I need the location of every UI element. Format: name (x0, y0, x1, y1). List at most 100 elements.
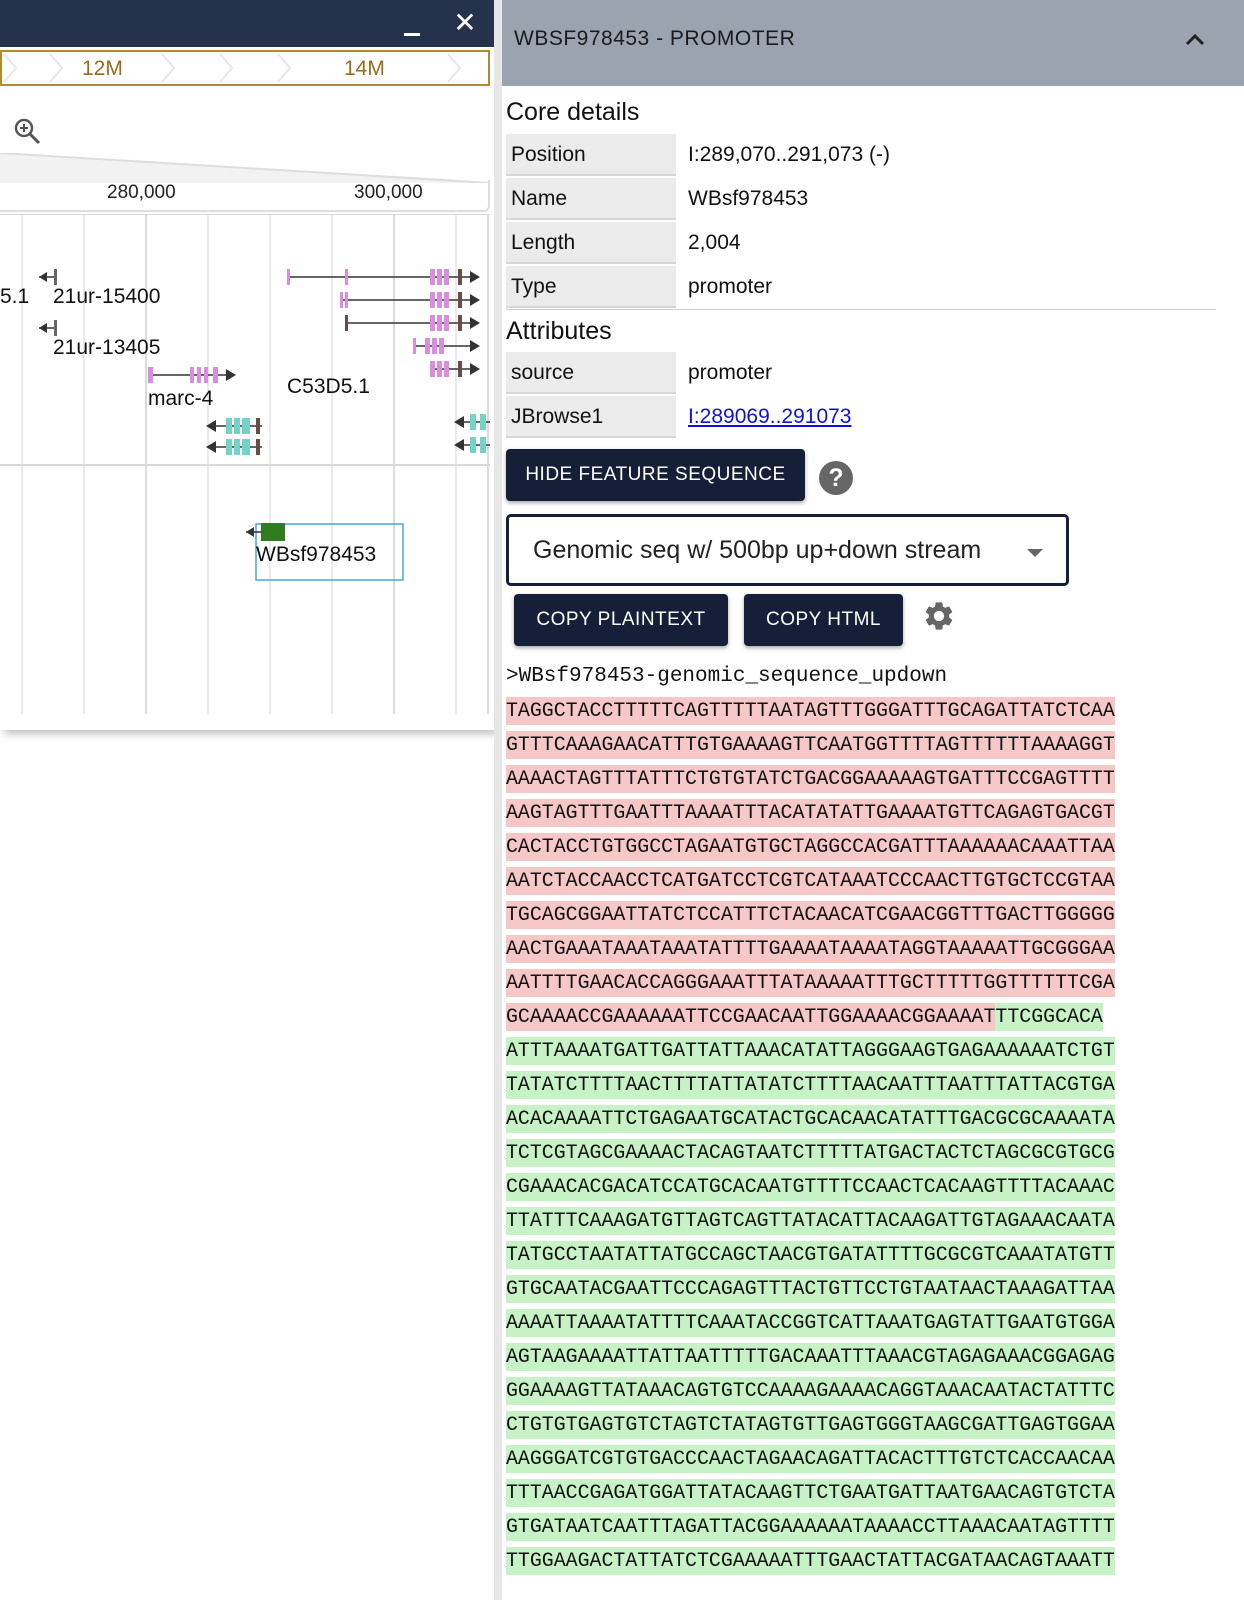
core-row-type: Type promoter (506, 266, 1216, 310)
gene-glyph-marc-4[interactable] (148, 367, 236, 383)
sequence-line: TTGGAAGACTATTATCTCGAAAAATTTGAACTATTACGAT… (506, 1544, 1212, 1578)
feature-sequence: CTGTGTGAGTGTCTAGTCTATAGTGTTGAGTGGGTAAGCG… (506, 1411, 1115, 1439)
feature-sequence: TTATTTCAAAGATGTTAGTCAGTTATACATTACAAGATTG… (506, 1207, 1115, 1235)
help-icon[interactable]: ? (819, 461, 853, 495)
feature-sequence: GGAAAAGTTATAAACAGTGTCCAAAAGAAAACAGGTAAAC… (506, 1377, 1115, 1405)
upstream-sequence: GTTTCAAAGAACATTTGTGAAAAGTTCAATGGTTTTAGTT… (506, 731, 1115, 759)
sequence-line: GCAAAACCGAAAAAATTCCGAACAATTGGAAAACGGAAAA… (506, 1000, 1212, 1034)
zoom-region-wedge (0, 153, 490, 183)
sequence-line: ATTTAAAATGATTGATTATTAAACATATTAGGGAAGTGAG… (506, 1034, 1212, 1068)
sequence-line: GTGATAATCAATTTAGATTACGGAAAAAATAAAACCTTAA… (506, 1510, 1212, 1544)
feature-sequence: AAGGGATCGTGTGACCCAACTAGAACAGATTACACTTTGT… (506, 1445, 1115, 1473)
panel-header: WBSF978453 - PROMOTER (502, 0, 1244, 86)
sequence-line: TCTCGTAGCGAAAACTACAGTAATCTTTTTATGACTACTC… (506, 1136, 1212, 1170)
gene-glyph-cyan-2[interactable] (206, 439, 262, 455)
sequence-line: AACTGAAATAAATAAATATTTTGAAAATAAAATAGGTAAA… (506, 932, 1212, 966)
gene-glyph-cyan-4[interactable] (454, 437, 490, 453)
sequence-line: AATCTACCAACCTCATGATCCTCGTCATAAATCCCAACTT… (506, 864, 1212, 898)
prop-key: JBrowse1 (506, 396, 676, 438)
ruler-label-300000: 300,000 (354, 182, 423, 203)
feature-label-marc-4: marc-4 (148, 387, 214, 410)
prop-value-link-container: I:289069..291073 (688, 396, 852, 438)
prop-value: I:289,070..291,073 (-) (688, 143, 890, 166)
overview-chevron (277, 53, 292, 83)
prop-value: 2,004 (688, 231, 741, 254)
sequence-line: TATATCTTTTAACTTTTATTATATCTTTTAACAATTTAAT… (506, 1068, 1212, 1102)
gene-glyph-21ur-13405[interactable] (39, 320, 57, 336)
gene-glyph-c53d5-1[interactable] (287, 269, 480, 377)
hide-feature-sequence-button[interactable]: HIDE FEATURE SEQUENCE (506, 449, 805, 501)
overview-chevron (49, 53, 64, 83)
upstream-sequence: AATCTACCAACCTCATGATCCTCGTCATAAATCCCAACTT… (506, 867, 1115, 895)
feature-sequence: AGTAAGAAAATTATTAATTTTTGACAAATTTAAACGTAGA… (506, 1343, 1115, 1371)
overview-label-12m: 12M (82, 57, 123, 80)
gene-glyph-21ur-15400[interactable] (39, 269, 57, 285)
sequence-output[interactable]: >WBsf978453-genomic_sequence_updown TAGG… (506, 660, 1212, 1578)
upstream-sequence: AAGTAGTTTGAATTTAAAATTTACATATATTGAAAATGTT… (506, 799, 1115, 827)
sequence-line: CGAAACACGACATCCATGCACAATGTTTTCCAACTCACAA… (506, 1170, 1212, 1204)
sequence-lines: TAGGCTACCTTTTTCAGTTTTTAATAGTTTGGGATTTGCA… (506, 694, 1212, 1578)
ruler-label-280000: 280,000 (107, 182, 176, 203)
sequence-type-select[interactable]: Genomic seq w/ 500bp up+down stream (506, 514, 1069, 586)
close-icon[interactable]: ✕ (452, 8, 478, 38)
sequence-line: AAGTAGTTTGAATTTAAAATTTACATATATTGAAAATGTT… (506, 796, 1212, 830)
prop-value: promoter (688, 361, 773, 384)
sequence-line: TTATTTCAAAGATGTTAGTCAGTTATACATTACAAGATTG… (506, 1204, 1212, 1238)
sequence-line: GTTTCAAAGAACATTTGTGAAAAGTTCAATGGTTTTAGTT… (506, 728, 1212, 762)
gene-glyph-cyan-1[interactable] (206, 418, 262, 434)
sequence-line: GTGCAATACGAATTCCCAGAGTTTACTGTTCCTGTAATAA… (506, 1272, 1212, 1306)
upstream-sequence: AATTTTGAACACCAGGGAAATTTATAAAAATTTGCTTTTT… (506, 969, 1115, 997)
feature-sequence: TTTAACCGAGATGGATTATACAAGTTCTGAATGATTAATG… (506, 1479, 1115, 1507)
feature-details-panel: WBSF978453 - PROMOTER Core details Posit… (494, 0, 1244, 1600)
sequence-line: TTTAACCGAGATGGATTATACAAGTTCTGAATGATTAATG… (506, 1476, 1212, 1510)
gene-glyph-cyan-3[interactable] (454, 414, 490, 430)
overview-chevron (219, 53, 234, 83)
sequence-line: TGCAGCGGAATTATCTCCATTTCTACAACATCGAACGGTT… (506, 898, 1212, 932)
feature-sequence: CGAAACACGACATCCATGCACAATGTTTTCCAACTCACAA… (506, 1173, 1115, 1201)
sequence-line: AAAACTAGTTTATTTCTGTGTATCTGACGGAAAAAGTGAT… (506, 762, 1212, 796)
chevron-up-icon[interactable] (1180, 25, 1210, 55)
feature-sequence: TATATCTTTTAACTTTTATTATATCTTTTAACAATTTAAT… (506, 1071, 1115, 1099)
feature-sequence: GTGATAATCAATTTAGATTACGGAAAAAATAAAACCTTAA… (506, 1513, 1115, 1541)
upstream-sequence: TGCAGCGGAATTATCTCCATTTCTACAACATCGAACGGTT… (506, 901, 1115, 929)
overview-scalebar[interactable]: 12M 14M (0, 50, 490, 86)
minimize-icon[interactable] (403, 20, 421, 38)
core-details-title: Core details (506, 98, 640, 126)
core-row-name: Name WBsf978453 (506, 178, 1216, 222)
sequence-line: AAAATTAAAATATTTTCAAATACCGGTCATTAAATGAGTA… (506, 1306, 1212, 1340)
gear-icon[interactable] (922, 599, 956, 633)
feature-sequence: AAAATTAAAATATTTTCAAATACCGGTCATTAAATGAGTA… (506, 1309, 1115, 1337)
panel-title: WBSF978453 - PROMOTER (514, 27, 796, 50)
sequence-line: TAGGCTACCTTTTTCAGTTTTTAATAGTTTGGGATTTGCA… (506, 694, 1212, 728)
prop-key: Position (506, 134, 676, 176)
feature-sequence: TATGCCTAATATTATGCCAGCTAACGTGATATTTTGCGCG… (506, 1241, 1115, 1269)
core-row-length: Length 2,004 (506, 222, 1216, 266)
sequence-line: GGAAAAGTTATAAACAGTGTCCAAAAGAAAACAGGTAAAC… (506, 1374, 1212, 1408)
attr-row-source: source promoter (506, 352, 1216, 396)
copy-html-button[interactable]: COPY HTML (744, 594, 903, 646)
sequence-line: AATTTTGAACACCAGGGAAATTTATAAAAATTTGCTTTTT… (506, 966, 1212, 1000)
attr-row-jbrowse1: JBrowse1 I:289069..291073 (506, 396, 1216, 440)
upstream-sequence: AAAACTAGTTTATTTCTGTGTATCTGACGGAAAAAGTGAT… (506, 765, 1115, 793)
feature-sequence: ATTTAAAATGATTGATTATTAAACATATTAGGGAAGTGAG… (506, 1037, 1115, 1065)
zoom-in-icon[interactable] (12, 116, 42, 146)
feature-sequence: ACACAAAATTCTGAGAATGCATACTGCACAACATATTTGA… (506, 1105, 1115, 1133)
sequence-type-value: Genomic seq w/ 500bp up+down stream (533, 536, 982, 564)
view-title-bar: ✕ (0, 0, 494, 47)
feature-sequence: GTGCAATACGAATTCCCAGAGTTTACTGTTCCTGTAATAA… (506, 1275, 1115, 1303)
dropdown-caret-icon (1027, 549, 1043, 557)
jbrowse1-link[interactable]: I:289069..291073 (688, 405, 852, 428)
core-row-position: Position I:289,070..291,073 (-) (506, 134, 1216, 178)
copy-plaintext-button[interactable]: COPY PLAINTEXT (514, 594, 728, 646)
prop-key: Name (506, 178, 676, 220)
feature-label-wbsf978453: WBsf978453 (256, 543, 377, 566)
feature-label-c53d5-1: C53D5.1 (287, 375, 370, 398)
prop-value: WBsf978453 (688, 187, 809, 210)
upstream-sequence: AACTGAAATAAATAAATATTTTGAAAATAAAATAGGTAAA… (506, 935, 1115, 963)
overview-chevron (447, 53, 462, 83)
overview-chevron (3, 53, 18, 83)
linear-genome-view: ✕ 12M 14M 280,000 300,000 5.1 21ur-15400… (0, 0, 494, 730)
feature-label-21ur-15400: 21ur-15400 (53, 285, 161, 308)
attributes-title: Attributes (506, 317, 612, 345)
upstream-sequence: GCAAAACCGAAAAAATTCCGAACAATTGGAAAACGGAAAA… (506, 1003, 996, 1031)
